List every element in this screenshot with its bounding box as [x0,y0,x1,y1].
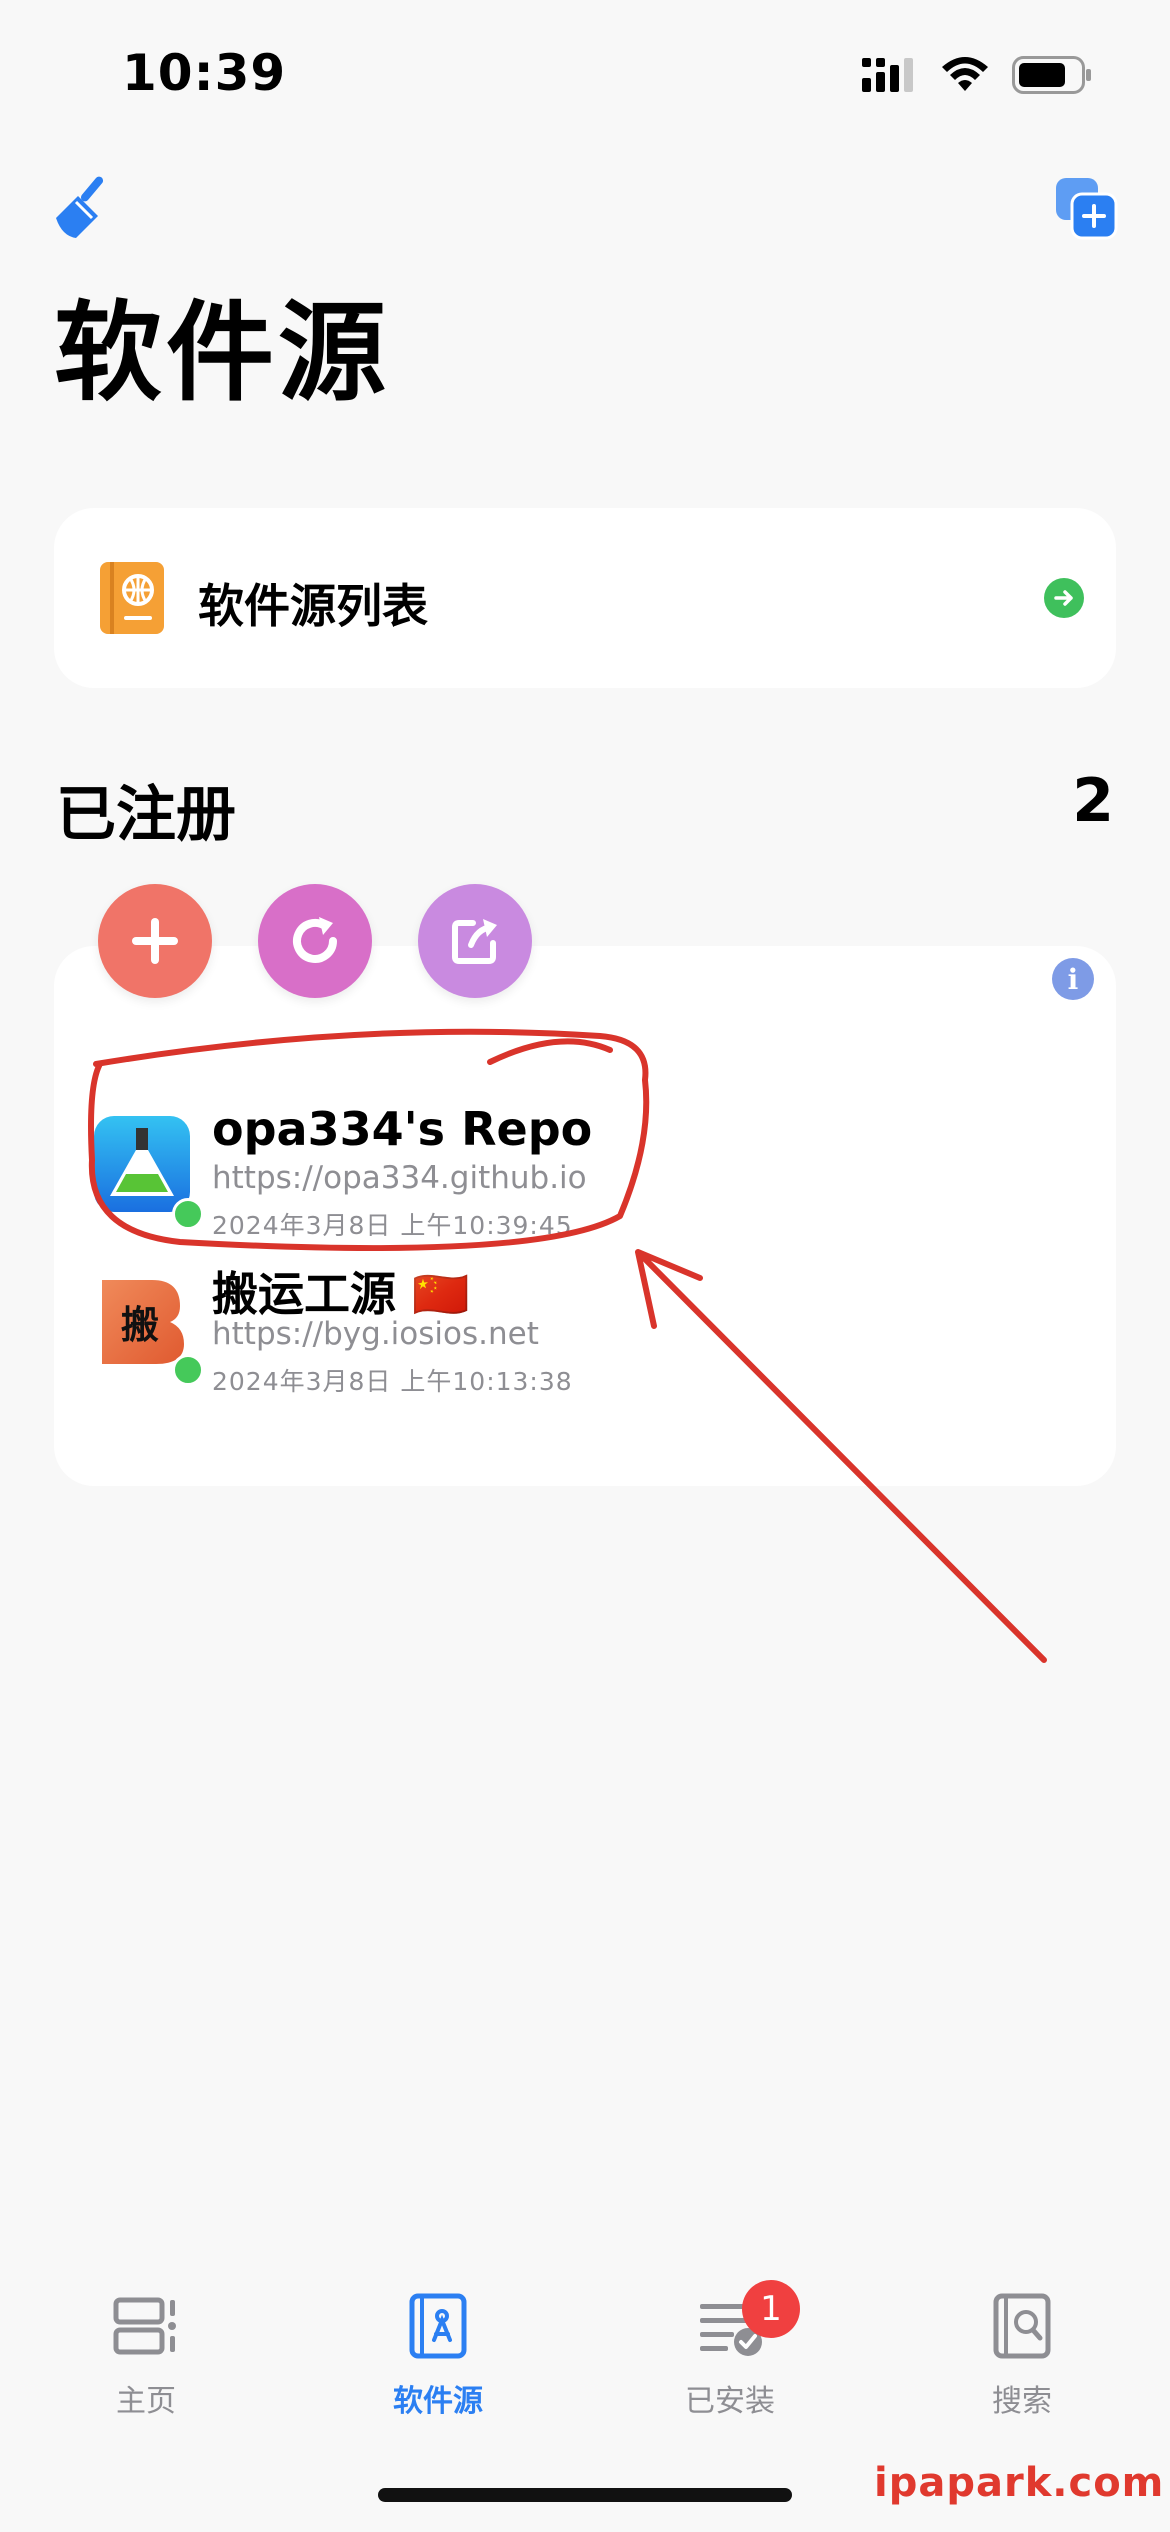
repo-name: 搬运工源 🇨🇳 [212,1267,470,1321]
tab-search[interactable]: 搜索 [922,2290,1122,2420]
refresh-icon [293,917,337,963]
home-icon [113,2297,176,2355]
book-globe-icon [100,562,164,634]
repo-date: 2024年3月8日 上午10:13:38 [212,1367,573,1396]
search-icon [993,2293,1051,2359]
repo-date: 2024年3月8日 上午10:39:45 [212,1211,573,1240]
repo-status-dot [172,1354,204,1386]
tab-label: 已安装 [685,2384,775,2419]
repo-actions [98,884,532,998]
repo-name: opa334's Repo [212,1102,593,1156]
installed-badge: 1 [742,2280,800,2338]
repo-item-opa334[interactable]: opa334's Repo https://opa334.github.io 2… [94,1102,1094,1266]
svg-text:搬: 搬 [121,1303,159,1347]
broom-icon[interactable] [48,170,124,246]
tab-bar: 主页 软件源 1 已安装 搜索 [0,2280,1170,2430]
wifi-icon [942,57,988,91]
repo-icon-opa334 [94,1116,190,1212]
repo-url: https://byg.iosios.net [212,1316,539,1352]
source-list-label: 软件源列表 [198,579,428,633]
tab-label: 软件源 [393,2384,483,2419]
cellular-icon [862,58,913,92]
status-icons [862,56,1092,94]
watermark: ipapark.com [874,2460,1165,2506]
registered-count: 2 [1072,766,1114,836]
refresh-button[interactable] [258,884,372,998]
battery-icon [1012,56,1091,94]
registered-title: 已注册 [56,780,236,850]
repo-status-dot [172,1198,204,1230]
tab-home[interactable]: 主页 [46,2290,246,2420]
source-list-card[interactable]: 软件源列表 [54,508,1116,688]
tab-sources[interactable]: 软件源 [338,2290,538,2420]
status-time: 10:39 [122,44,287,102]
tab-label: 主页 [116,2384,176,2419]
tab-installed[interactable]: 1 已安装 [630,2280,830,2420]
tab-label: 搜索 [992,2384,1052,2419]
share-button[interactable] [418,884,532,998]
sources-icon [409,2293,467,2359]
repo-icon-byg: 搬 [94,1272,190,1368]
add-repo-button[interactable] [98,884,212,998]
screen: 10:39 软件源 软件源列表 已注册 2 i opa334's Repo ht… [0,0,1170,2532]
info-icon[interactable]: i [1052,958,1094,1000]
plus-icon [132,918,178,964]
registered-card: i opa334's Repo https://opa334.github.io… [54,946,1116,1486]
page-title: 软件源 [54,291,391,416]
arrow-right-icon [1044,578,1084,618]
share-icon [452,919,497,964]
repo-item-byg[interactable]: 搬 搬运工源 🇨🇳 https://byg.iosios.net 2024年3月… [94,1267,1094,1422]
add-source-icon[interactable] [1052,174,1120,242]
repo-url: https://opa334.github.io [212,1160,587,1196]
home-indicator[interactable] [378,2488,792,2502]
